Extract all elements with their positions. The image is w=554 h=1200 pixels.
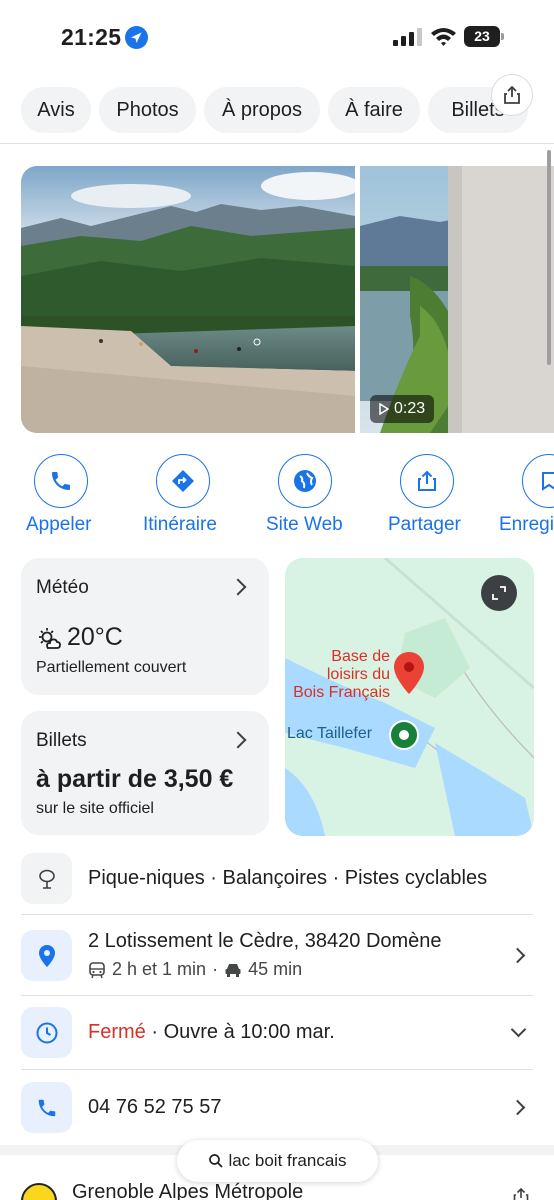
call-action[interactable]: Appeler [6, 454, 116, 540]
phone-row[interactable]: 04 76 52 75 57 [0, 1082, 554, 1134]
hours-text: Fermé · Ouvre à 10:00 mar. [88, 1021, 335, 1044]
phone-icon [21, 1082, 72, 1133]
lake-marker-icon [389, 720, 419, 750]
tickets-card[interactable]: Billets à partir de 3,50 € sur le site o… [21, 711, 269, 835]
tab-about[interactable]: À propos [204, 87, 320, 133]
tree-icon [21, 853, 72, 904]
tab-photos[interactable]: Photos [99, 87, 196, 133]
directions-icon [156, 454, 210, 508]
bookmark-icon [522, 454, 554, 508]
ticket-source: sur le site officiel [36, 800, 154, 817]
address-text: 2 Lotissement le Cèdre, 38420 Domène [88, 930, 442, 952]
directions-action[interactable]: Itinéraire [128, 454, 238, 540]
search-query-pill[interactable]: lac boit francais [177, 1140, 378, 1182]
share-icon [400, 454, 454, 508]
video-duration-badge: 0:23 [370, 395, 435, 423]
next-section-title: Grenoble Alpes Métropole [72, 1181, 304, 1200]
tickets-title: Billets [36, 730, 87, 751]
search-icon [209, 1154, 224, 1168]
globe-icon [278, 454, 332, 508]
hours-detail: · Ouvre à 10:00 mar. [145, 1021, 335, 1043]
travel-times: 2 h et 1 min · 45 min [88, 959, 302, 980]
status-bar: 21:25 23 [0, 0, 554, 76]
chevron-right-icon [509, 1099, 526, 1116]
weather-condition: Partiellement couvert [36, 659, 187, 676]
phone-number: 04 76 52 75 57 [88, 1096, 222, 1118]
row-divider [21, 1069, 533, 1070]
share-action[interactable]: Partager [372, 454, 482, 540]
chevron-right-icon [229, 731, 247, 749]
partly-cloudy-icon [39, 628, 61, 649]
share-icon[interactable] [512, 1187, 530, 1200]
lake-label: Lac Taillefer [287, 725, 373, 742]
drive-time: 45 min [248, 959, 303, 979]
car-icon [225, 963, 241, 977]
status-time: 21:25 [61, 24, 122, 50]
photo-video-riverbank[interactable] [360, 166, 554, 433]
weather-title: Météo [36, 577, 89, 598]
weather-card[interactable]: Météo 20°C Partiellement couvert [21, 558, 269, 695]
clock-icon [21, 1007, 72, 1058]
row-divider [21, 914, 533, 915]
map-preview[interactable]: Base de loisirs du Bois Français Lac Tai… [285, 558, 534, 836]
row-divider [21, 995, 533, 996]
location-pin-icon [21, 930, 72, 981]
search-query: lac boit francais [228, 1151, 347, 1170]
share-icon [504, 85, 520, 104]
transit-icon [89, 961, 105, 978]
tab-reviews[interactable]: Avis [21, 87, 91, 133]
photo-lake-beach[interactable] [21, 166, 355, 433]
expand-map-button[interactable] [481, 575, 517, 611]
tabs-row: Avis Photos À propos À faire Billets [0, 84, 554, 138]
wifi-icon [431, 28, 456, 46]
battery-level: 23 [464, 26, 500, 47]
call-label: Appeler [26, 514, 92, 535]
play-icon [379, 403, 389, 415]
map-place-label: Base de loisirs du Bois Français [293, 648, 390, 701]
expand-icon [492, 586, 506, 600]
phone-icon [34, 454, 88, 508]
hours-status: Fermé [88, 1021, 146, 1043]
chevron-right-icon [509, 947, 526, 964]
scroll-indicator [547, 150, 551, 365]
temperature: 20°C [67, 623, 123, 651]
save-label: Enregi [499, 514, 554, 535]
cellular-signal-icon [393, 28, 422, 46]
chevron-right-icon [229, 578, 247, 596]
website-label: Site Web [266, 514, 343, 535]
hours-row[interactable]: Fermé · Ouvre à 10:00 mar. [0, 1007, 554, 1059]
share-button-top[interactable] [491, 74, 533, 116]
amenities-text: Pique-niques · Balançoires · Pistes cycl… [88, 867, 488, 889]
map-pin-icon [394, 652, 424, 694]
directions-label: Itinéraire [143, 514, 217, 535]
address-row[interactable]: 2 Lotissement le Cèdre, 38420 Domène 2 h… [0, 928, 554, 988]
location-arrow-icon [125, 26, 148, 49]
video-duration: 0:23 [394, 400, 426, 417]
battery-icon: 23 [464, 26, 504, 47]
separator: · [212, 959, 219, 979]
save-action[interactable]: Enregi [494, 454, 554, 540]
amenities-row[interactable]: Pique-niques · Balançoires · Pistes cycl… [0, 853, 554, 905]
ticket-price: à partir de 3,50 € [36, 765, 234, 793]
website-action[interactable]: Site Web [250, 454, 360, 540]
metropole-logo [21, 1183, 57, 1200]
share-label: Partager [388, 514, 461, 535]
tab-things-to-do[interactable]: À faire [328, 87, 420, 133]
chevron-down-icon [510, 1021, 527, 1038]
tabs-divider [0, 143, 554, 144]
transit-time: 2 h et 1 min [112, 959, 207, 979]
